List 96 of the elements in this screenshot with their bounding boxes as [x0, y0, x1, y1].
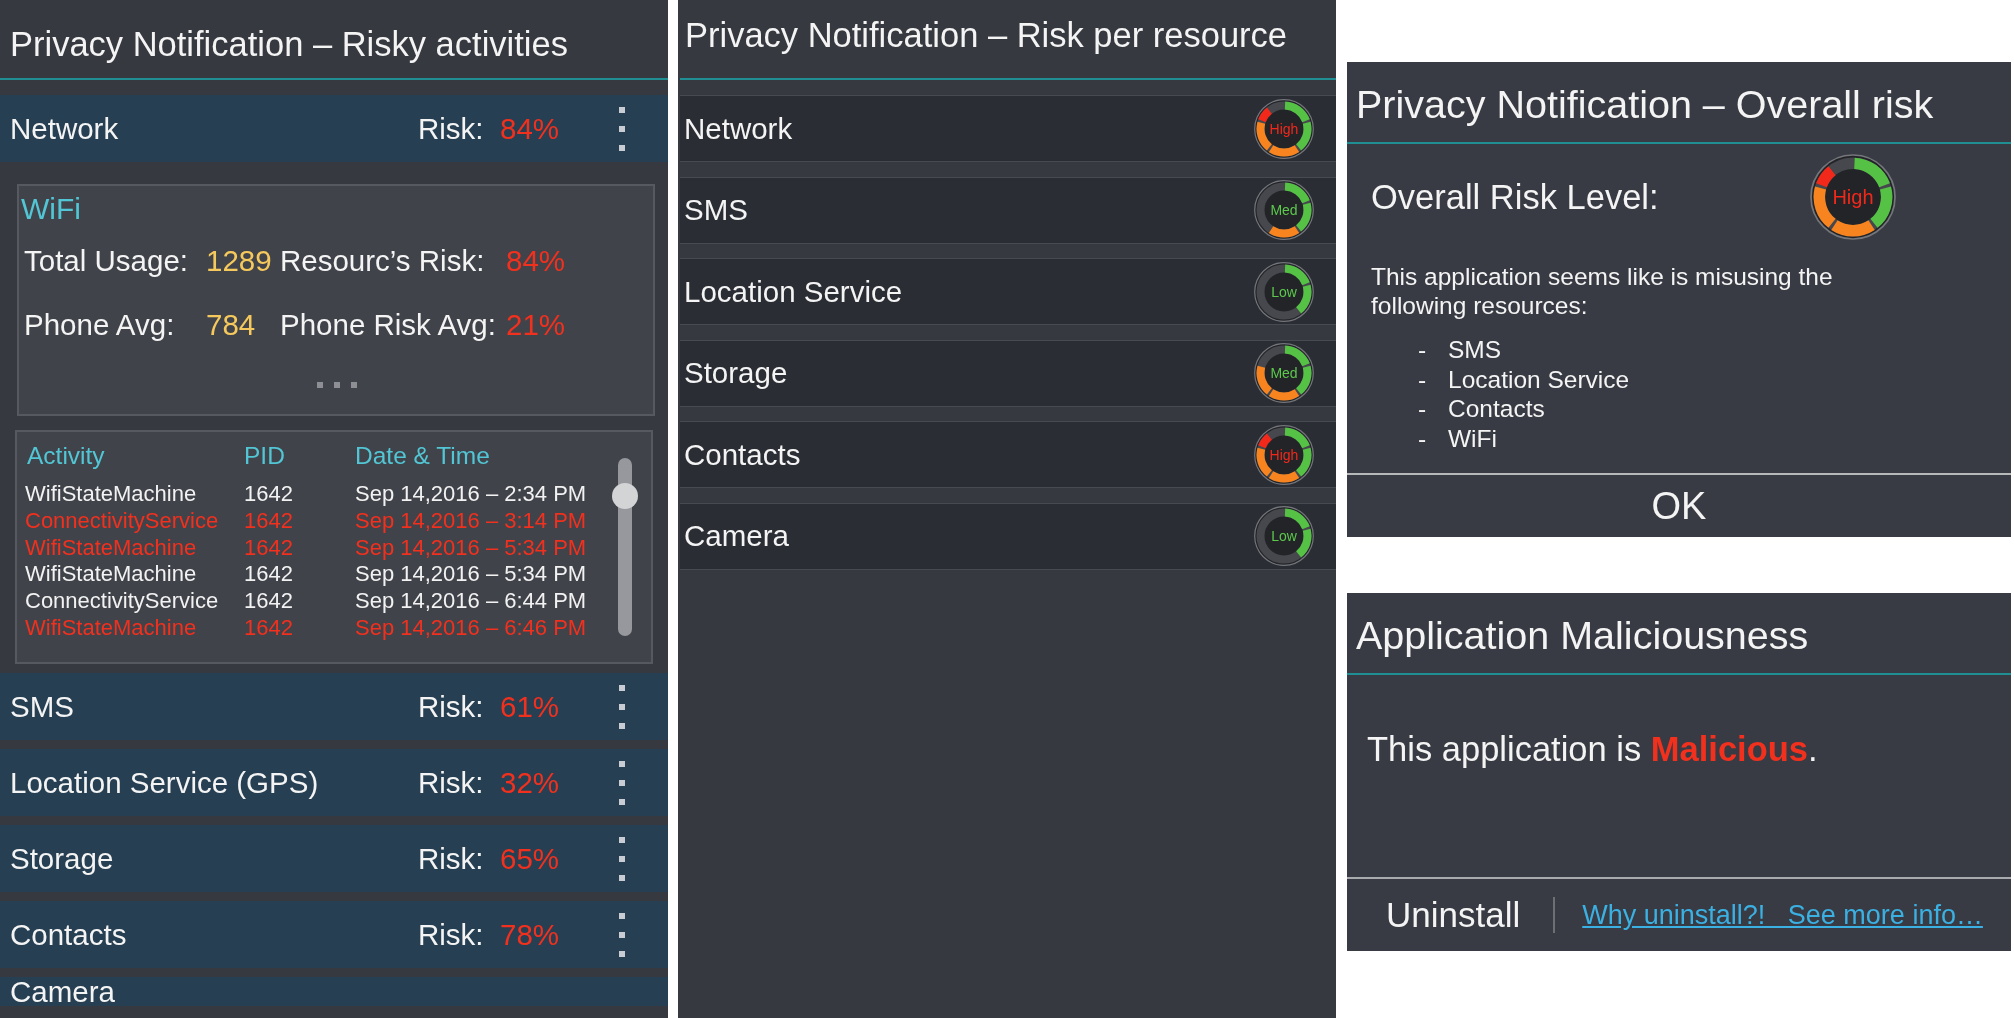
risk-label: Risk: [418, 111, 485, 146]
resource-row[interactable]: Camera [0, 977, 668, 1006]
dialog-title: Privacy Notification – Overall risk [1356, 81, 1934, 127]
resource-row[interactable]: SMS Risk: 61% [0, 673, 668, 740]
overall-risk-label: Overall Risk Level: [1371, 177, 1659, 217]
resource-row[interactable]: Storage Med [680, 339, 1336, 407]
table-cell-text: 1642 [244, 588, 294, 615]
table-cell-text: 1642 [244, 481, 294, 508]
resource-name: Contacts [10, 917, 128, 952]
resource-item: Contacts [1448, 394, 1545, 425]
stat-label: Phone Risk Avg: [280, 308, 496, 342]
table-cell-text: WifiStateMachine [25, 561, 198, 589]
risk-rating: High [1269, 121, 1299, 136]
resource-name: Location Service [684, 274, 904, 309]
risk-label: Risk: [418, 765, 485, 800]
resource-name: Network [10, 111, 120, 146]
resource-name: Location Service (GPS) [10, 765, 320, 800]
table-cell: Sep 14,2016 – 6:46 PM [355, 615, 587, 642]
table-cell: Sep 14,2016 – 5:34 PM [355, 534, 587, 562]
resource-name: Contacts [684, 437, 802, 472]
more-options-icon[interactable] [619, 106, 625, 151]
list-marker: - [1418, 364, 1428, 395]
ellipsis-icon[interactable] [317, 382, 357, 388]
risk-value: 84% [500, 111, 561, 146]
resource-name: Camera [10, 977, 116, 1006]
resource-name: Network [684, 111, 794, 146]
column-header: Date & Time [355, 442, 490, 470]
table-cell: Sep 14,2016 – 2:34 PM [355, 481, 587, 508]
scrollbar[interactable] [612, 458, 638, 636]
risk-rating: Low [1271, 284, 1297, 299]
more-options-icon[interactable] [619, 684, 625, 729]
card-title: WiFi [21, 193, 81, 225]
table-cell-text: 1642 [244, 561, 294, 589]
risk-rating: Low [1271, 528, 1297, 544]
risk-rating: High [1832, 186, 1874, 208]
table-cell: Sep 14,2016 – 6:44 PM [355, 588, 587, 615]
table-cell: Sep 14,2016 – 5:34 PM [355, 561, 587, 589]
table-cell-text: 1642 [244, 615, 294, 642]
stat-value: 1289 [206, 244, 272, 278]
info-link[interactable]: Why uninstall?! See more info… [1582, 899, 1983, 931]
resource-item: Location Service [1448, 364, 1630, 395]
resource-row[interactable]: Storage Risk: 65% [0, 825, 668, 892]
list-marker: - [1418, 335, 1428, 365]
column-header: Activity [27, 442, 106, 470]
stat-label: Resourc’s Risk: [280, 244, 485, 278]
risk-value: 61% [500, 689, 561, 724]
resource-name: Storage [684, 356, 789, 390]
risk-label: Risk: [418, 689, 485, 724]
resource-row[interactable]: Location Service (GPS) Risk: 32% [0, 749, 668, 816]
risk-rating: Med [1270, 202, 1298, 218]
resource-row[interactable]: Network High [680, 95, 1336, 162]
table-cell-text: ConnectivityService [25, 507, 220, 535]
uninstall-button[interactable]: Uninstall [1366, 889, 1541, 941]
risk-value: 78% [500, 917, 561, 952]
resource-name: SMS [684, 193, 749, 227]
panel-title: Privacy Notification – Risky activities [10, 24, 568, 64]
table-cell: Sep 14,2016 – 3:14 PM [355, 507, 587, 535]
risk-label: Risk: [418, 841, 485, 876]
stat-label: Phone Avg: [24, 308, 175, 342]
resource-item: WiFi [1448, 424, 1497, 454]
more-options-icon[interactable] [619, 836, 625, 881]
scrollbar-thumb[interactable] [612, 483, 638, 509]
resource-row[interactable]: Network Risk: 84% [0, 95, 668, 162]
message-text: This application seems like is misusing the following resources: [1371, 262, 1834, 320]
table-cell-text: 1642 [244, 534, 294, 562]
resource-row[interactable]: Camera Low [680, 502, 1336, 570]
resource-row[interactable]: SMS Med [680, 176, 1336, 244]
table-cell-text: ConnectivityService [25, 588, 220, 615]
list-marker: - [1418, 424, 1428, 454]
resource-row[interactable]: Location Service Low [680, 258, 1336, 325]
resource-item: SMS [1448, 335, 1502, 365]
table-cell-text: WifiStateMachine [25, 534, 198, 562]
risk-value: 65% [500, 841, 561, 876]
more-options-icon[interactable] [619, 912, 625, 957]
table-cell-text: WifiStateMachine [25, 615, 198, 642]
table-cell-text: 1642 [244, 507, 294, 535]
more-options-icon[interactable] [619, 760, 625, 805]
table-cell-text: WifiStateMachine [25, 481, 198, 508]
list-marker: - [1418, 394, 1428, 425]
resource-row[interactable]: Contacts Risk: 78% [0, 901, 668, 968]
stat-value: 21% [506, 308, 566, 342]
resource-name: SMS [10, 689, 75, 724]
risk-label: Risk: [418, 917, 485, 952]
resource-row[interactable]: Contacts High [680, 421, 1336, 488]
resource-name: Camera [684, 519, 790, 553]
message-text: This application is Malicious. [1367, 729, 1818, 769]
stat-label: Total Usage: [24, 244, 188, 278]
stat-value: 84% [506, 244, 566, 278]
resource-name: Storage [10, 841, 115, 876]
risk-rating: High [1269, 447, 1299, 462]
risk-value: 32% [500, 765, 561, 800]
stat-value: 784 [206, 308, 256, 342]
panel-title: Privacy Notification – Risk per resource [685, 15, 1288, 55]
column-header: PID [244, 442, 286, 470]
dialog-title: Application Maliciousness [1356, 612, 1809, 658]
risk-rating: Med [1270, 365, 1298, 381]
